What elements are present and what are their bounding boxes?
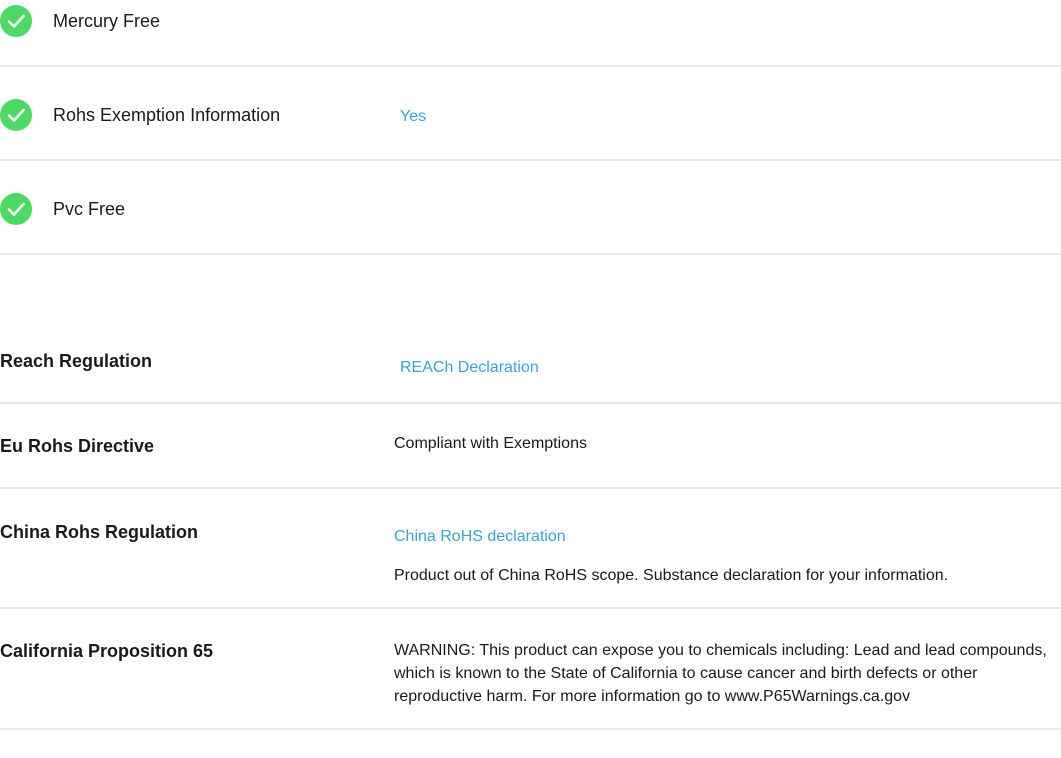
check-circle-icon [0, 5, 32, 37]
regulation-label: California Proposition 65 [0, 641, 214, 661]
divider [0, 253, 1061, 255]
divider [0, 728, 1061, 730]
regulation-label: Reach Regulation [0, 351, 153, 371]
divider [0, 402, 1061, 404]
feature-value: Yes [400, 108, 427, 125]
reach-declaration-link[interactable]: REACh Declaration [400, 358, 539, 378]
feature-label: Mercury Free [53, 11, 161, 31]
check-circle-icon [0, 99, 32, 131]
feature-label: Rohs Exemption Information [53, 105, 281, 125]
divider [0, 607, 1061, 609]
prop-65-warning: WARNING: This product can expose you to … [394, 642, 1047, 705]
divider [0, 65, 1061, 67]
china-rohs-declaration-link[interactable]: China RoHS declaration [394, 527, 566, 547]
regulation-note: Product out of China RoHS scope. Substan… [394, 567, 949, 584]
divider [0, 487, 1061, 489]
regulation-label: China Rohs Regulation [0, 522, 198, 542]
divider [0, 159, 1061, 161]
check-circle-icon [0, 193, 32, 225]
feature-label: Pvc Free [53, 199, 126, 219]
regulation-status: Compliant with Exemptions [394, 435, 587, 452]
regulation-label: Eu Rohs Directive [0, 436, 155, 456]
